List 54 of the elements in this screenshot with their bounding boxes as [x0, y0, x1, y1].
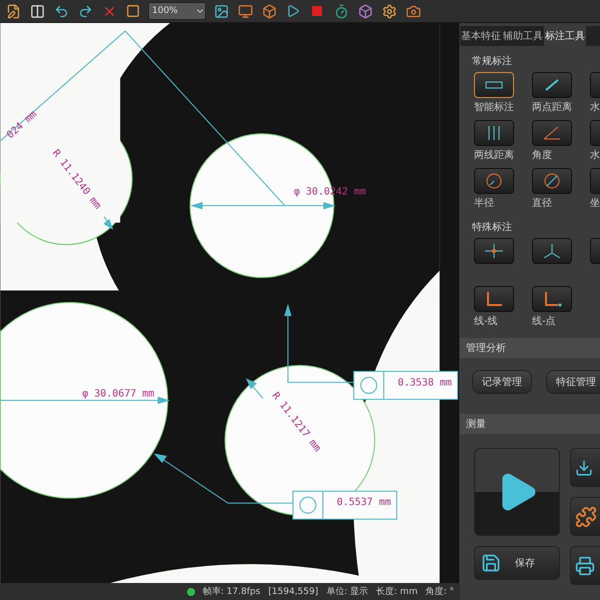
- dimension-arrow: [246, 378, 264, 399]
- tool-label: 水: [590, 100, 600, 114]
- frame-rate: 帧率: 17.8fps: [202, 586, 260, 598]
- puzzle-icon: [575, 506, 597, 528]
- tool-button[interactable]: [532, 286, 572, 312]
- save-button[interactable]: 保存: [474, 546, 560, 580]
- status-dot: [186, 588, 195, 596]
- section-title: 常规标注: [471, 54, 513, 69]
- tool-button[interactable]: [532, 238, 572, 264]
- measurement-label: 024 mm: [5, 108, 40, 142]
- tool-button[interactable]: [474, 120, 514, 146]
- manage-button[interactable]: 特征管理: [546, 370, 600, 394]
- tool-button[interactable]: [532, 72, 572, 98]
- tool-label: 两点距离: [532, 100, 572, 114]
- tool-label: 智能标注: [474, 100, 514, 114]
- length-unit: 长度: mm: [376, 586, 418, 598]
- save-icon: [481, 553, 501, 573]
- tool-button[interactable]: [474, 286, 514, 312]
- roundness-symbol-icon: [360, 376, 378, 394]
- point-tool-icon: [482, 242, 506, 260]
- tool-label: 线-线: [474, 314, 498, 328]
- dimension-arrow: [103, 216, 114, 230]
- measurement-label: φ 30.0677 mm: [82, 388, 154, 400]
- printer-icon: [575, 556, 595, 576]
- run-button[interactable]: [474, 448, 560, 536]
- tool-button[interactable]: [474, 72, 514, 98]
- measurement-label: 0.5537 mm: [336, 497, 391, 508]
- section-header: 测量: [460, 414, 600, 434]
- measurement-label: 0.3538 mm: [398, 377, 452, 388]
- manage-button[interactable]: 记录管理: [472, 370, 532, 394]
- tool-label: 两线距离: [474, 148, 514, 162]
- section-header: 管理分析: [460, 338, 600, 358]
- tool-button[interactable]: [532, 120, 572, 146]
- settings-icon[interactable]: [380, 2, 398, 20]
- unit-label: 单位: 显示: [326, 586, 368, 598]
- tool-button[interactable]: [532, 168, 572, 194]
- zoom-dropdown[interactable]: 100%: [148, 2, 206, 20]
- tool-label: 线-点: [532, 314, 556, 328]
- download-icon: [575, 458, 593, 476]
- tool-label: 水: [590, 148, 600, 162]
- cnc-download-button[interactable]: [570, 448, 600, 487]
- tool-label: 坐: [590, 196, 600, 210]
- tool-button[interactable]: [474, 238, 514, 264]
- tool-label: 直径: [532, 196, 552, 210]
- tool-label: 角度: [532, 148, 552, 162]
- tool-label: 半径: [474, 196, 494, 210]
- roundness-symbol-icon: [299, 496, 316, 514]
- angle-unit: 角度: °: [426, 586, 454, 598]
- cursor-position: [1594,559]: [268, 586, 318, 597]
- tool-button[interactable]: [474, 168, 514, 194]
- puzzle-button[interactable]: [570, 497, 600, 536]
- section-title: 特殊标注: [471, 220, 513, 235]
- panel-tab[interactable]: 标注工具: [544, 26, 586, 46]
- print-button[interactable]: [570, 546, 600, 585]
